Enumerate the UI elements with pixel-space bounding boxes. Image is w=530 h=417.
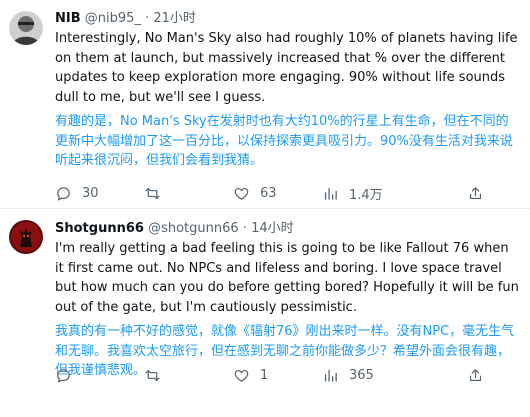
avatar[interactable] bbox=[9, 220, 43, 254]
views-icon bbox=[324, 369, 337, 382]
like-count: 1 bbox=[260, 367, 269, 383]
tweet-nib[interactable]: NIB @nib95_ · 21小时 Interestingly, No Man… bbox=[0, 0, 530, 208]
retweet-icon bbox=[145, 187, 160, 199]
heart-icon bbox=[234, 187, 249, 200]
share-button[interactable] bbox=[467, 183, 484, 203]
timestamp[interactable]: 21小时 bbox=[153, 11, 196, 26]
timestamp[interactable]: 14小时 bbox=[251, 221, 294, 236]
share-icon bbox=[469, 368, 482, 381]
user-handle[interactable]: @shotgunn66 bbox=[148, 221, 239, 236]
like-button[interactable]: 1 bbox=[233, 365, 268, 385]
separator-dot: · bbox=[145, 11, 150, 26]
action-bar: 30 63 1.4万 bbox=[55, 183, 525, 203]
views-button[interactable]: 365 bbox=[322, 365, 374, 385]
views-button[interactable]: 1.4万 bbox=[322, 183, 383, 203]
retweet-button[interactable] bbox=[144, 183, 171, 203]
view-count: 365 bbox=[349, 367, 374, 383]
separator-dot: · bbox=[242, 221, 247, 236]
avatar-photo bbox=[9, 11, 43, 45]
share-icon bbox=[469, 186, 482, 199]
tweet-text: I'm really getting a bad feeling this is… bbox=[55, 241, 519, 315]
reply-count: 30 bbox=[82, 185, 99, 201]
share-button[interactable] bbox=[467, 365, 484, 385]
tweet-shotgunn66[interactable]: Shotgunn66 @shotgunn66 · 14小时 I'm really… bbox=[0, 210, 530, 417]
reply-button[interactable] bbox=[55, 365, 82, 385]
tweet-text: Interestingly, No Man's Sky also had rou… bbox=[55, 31, 518, 105]
avatar[interactable] bbox=[9, 11, 43, 45]
tweet-translation: 有趣的是，No Man's Sky在发射时也有大约10%的行星上有生命，但在不同… bbox=[55, 114, 513, 168]
tweet-divider bbox=[0, 208, 530, 209]
action-bar: 1 365 bbox=[55, 365, 525, 385]
reply-icon bbox=[57, 186, 70, 200]
tweet-header: NIB @nib95_ · 21小时 bbox=[55, 10, 196, 28]
reply-icon bbox=[57, 368, 70, 382]
user-handle[interactable]: @nib95_ bbox=[85, 11, 141, 26]
view-count: 1.4万 bbox=[349, 187, 383, 203]
retweet-button[interactable] bbox=[144, 365, 171, 385]
heart-icon bbox=[234, 369, 249, 382]
display-name[interactable]: NIB bbox=[55, 11, 81, 26]
tweet-header: Shotgunn66 @shotgunn66 · 14小时 bbox=[55, 220, 294, 238]
reply-button[interactable]: 30 bbox=[55, 183, 99, 203]
like-count: 63 bbox=[260, 185, 277, 201]
display-name[interactable]: Shotgunn66 bbox=[55, 221, 144, 236]
views-icon bbox=[324, 187, 337, 200]
retweet-icon bbox=[145, 369, 160, 381]
like-button[interactable]: 63 bbox=[233, 183, 277, 203]
avatar-photo bbox=[9, 220, 43, 254]
